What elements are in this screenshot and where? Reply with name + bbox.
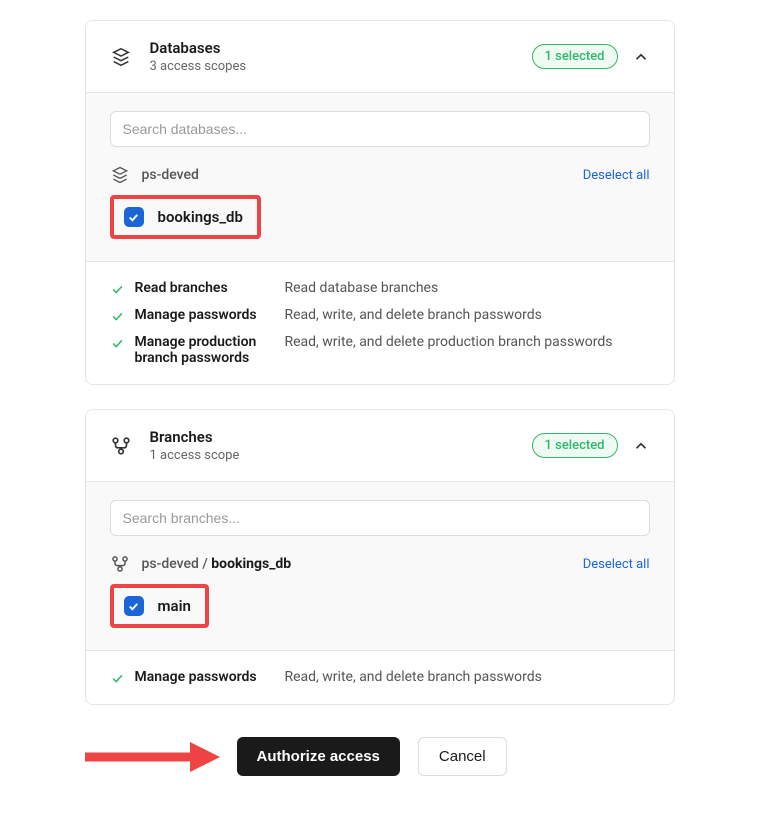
databases-scopes: Read branches Read database branches Man… xyxy=(86,261,674,384)
scope-row: Read branches Read database branches xyxy=(110,280,650,297)
databases-subtitle: 3 access scopes xyxy=(150,59,532,74)
cancel-button[interactable]: Cancel xyxy=(418,737,507,776)
branch-checkbox-row[interactable]: main xyxy=(110,584,209,628)
authorize-button[interactable]: Authorize access xyxy=(237,737,400,776)
databases-title: Databases xyxy=(150,39,532,57)
databases-panel: Databases 3 access scopes 1 selected ps-… xyxy=(85,20,675,385)
path-db: bookings_db xyxy=(211,556,291,572)
scope-desc: Read, write, and delete production branc… xyxy=(285,334,613,350)
branch-checkbox[interactable] xyxy=(124,596,144,616)
action-bar: Authorize access Cancel xyxy=(85,737,675,776)
branches-scopes: Manage passwords Read, write, and delete… xyxy=(86,650,674,704)
branch-path: ps-deved / bookings_db xyxy=(142,556,583,572)
check-icon xyxy=(127,211,140,224)
check-icon xyxy=(110,336,125,351)
deselect-all-databases[interactable]: Deselect all xyxy=(583,168,650,183)
check-icon xyxy=(127,600,140,613)
check-icon xyxy=(110,309,125,324)
databases-selected-badge: 1 selected xyxy=(532,44,618,69)
scope-desc: Read, write, and delete branch passwords xyxy=(285,669,542,685)
databases-header[interactable]: Databases 3 access scopes 1 selected xyxy=(86,21,674,92)
scope-name: Manage passwords xyxy=(135,669,285,685)
branches-body: ps-deved / bookings_db Deselect all main xyxy=(86,481,674,650)
database-icon xyxy=(110,165,130,185)
databases-body: ps-deved Deselect all bookings_db xyxy=(86,92,674,261)
database-checkbox-row[interactable]: bookings_db xyxy=(110,195,261,239)
branches-panel: Branches 1 access scope 1 selected ps-de… xyxy=(85,409,675,705)
chevron-up-icon[interactable] xyxy=(632,48,650,66)
branches-selected-badge: 1 selected xyxy=(532,433,618,458)
branch-icon xyxy=(110,554,130,574)
branch-icon xyxy=(110,435,132,457)
branches-subtitle: 1 access scope xyxy=(150,448,532,463)
check-icon xyxy=(110,671,125,686)
scope-desc: Read database branches xyxy=(285,280,439,296)
database-checkbox[interactable] xyxy=(124,207,144,227)
check-icon xyxy=(110,282,125,297)
branches-header[interactable]: Branches 1 access scope 1 selected xyxy=(86,410,674,481)
chevron-up-icon[interactable] xyxy=(632,437,650,455)
search-databases-input[interactable] xyxy=(110,111,650,147)
scope-name: Read branches xyxy=(135,280,285,296)
org-name: ps-deved xyxy=(142,167,583,183)
branch-path-row: ps-deved / bookings_db Deselect all xyxy=(110,554,650,574)
deselect-all-branches[interactable]: Deselect all xyxy=(583,557,650,572)
branch-name: main xyxy=(158,597,191,615)
scope-desc: Read, write, and delete branch passwords xyxy=(285,307,542,323)
scope-name: Manage production branch passwords xyxy=(135,334,285,366)
search-branches-input[interactable] xyxy=(110,500,650,536)
scope-name: Manage passwords xyxy=(135,307,285,323)
scope-row: Manage passwords Read, write, and delete… xyxy=(110,669,650,686)
database-icon xyxy=(110,46,132,68)
scope-row: Manage passwords Read, write, and delete… xyxy=(110,307,650,324)
database-name: bookings_db xyxy=(158,208,243,226)
org-row: ps-deved Deselect all xyxy=(110,165,650,185)
scope-row: Manage production branch passwords Read,… xyxy=(110,334,650,366)
arrow-annotation-icon xyxy=(80,739,220,775)
path-prefix: ps-deved / xyxy=(142,556,212,572)
branches-title: Branches xyxy=(150,428,532,446)
